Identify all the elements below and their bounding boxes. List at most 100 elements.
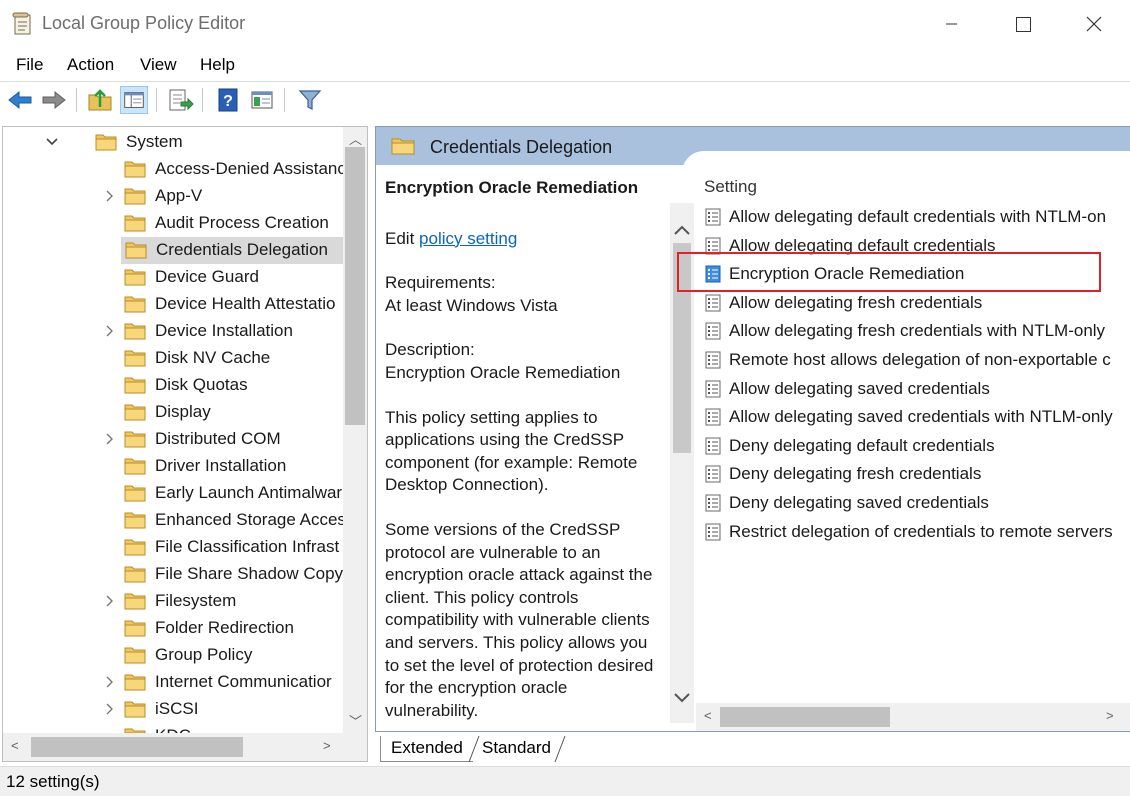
setting-row[interactable]: Allow delegating fresh credentials with … — [696, 317, 1130, 345]
folder-icon — [124, 674, 146, 691]
tree-item[interactable]: Device Guard — [120, 264, 343, 291]
show-hide-tree-icon[interactable] — [120, 86, 148, 114]
chevron-right-icon[interactable] — [103, 674, 117, 690]
tree-item[interactable]: Audit Process Creation — [120, 210, 343, 237]
scroll-down-arrow-icon[interactable] — [673, 691, 691, 705]
menu-help[interactable]: Help — [200, 55, 235, 75]
tree-item-label: File Share Shadow Copy — [155, 564, 343, 583]
details-pane: Credentials Delegation Encryption Oracle… — [375, 126, 1130, 732]
folder-icon — [124, 431, 146, 448]
setting-label: Restrict delegation of credentials to re… — [729, 521, 1113, 541]
back-arrow-icon[interactable] — [6, 86, 34, 114]
chevron-right-icon[interactable] — [103, 431, 117, 447]
setting-label: Allow delegating fresh credentials with … — [729, 321, 1106, 341]
tree-item[interactable]: Device Health Attestatio — [120, 291, 343, 318]
chevron-right-icon[interactable] — [103, 323, 117, 339]
tree-item[interactable]: Filesystem — [106, 588, 343, 615]
tree-item[interactable]: Device Installation — [106, 318, 343, 345]
setting-row[interactable]: Allow delegating default credentials wit… — [696, 203, 1130, 231]
tree-item[interactable]: Disk NV Cache — [120, 345, 343, 372]
setting-label: Remote host allows delegation of non-exp… — [729, 350, 1111, 369]
setting-label: Allow delegating fresh credentials — [729, 292, 983, 312]
tree-item[interactable]: Enhanced Storage Acces — [120, 507, 343, 534]
scroll-up-arrow-icon[interactable] — [673, 223, 691, 237]
chevron-right-icon[interactable] — [103, 593, 117, 609]
settings-horizontal-scrollbar[interactable]: < > — [696, 703, 1130, 731]
tree-horizontal-scroll-thumb[interactable] — [31, 737, 243, 757]
minimize-icon[interactable] — [928, 8, 974, 40]
tree-item-label: Distributed COM — [155, 429, 281, 448]
close-icon[interactable] — [1070, 8, 1116, 40]
tree-item[interactable]: Group Policy — [120, 642, 343, 669]
scroll-left-arrow-icon[interactable]: < — [11, 738, 19, 753]
setting-row[interactable]: Deny delegating default credentials — [696, 432, 1130, 460]
folder-icon — [124, 512, 146, 529]
tree-item-label: iSCSI — [155, 699, 199, 718]
policy-setting-icon — [705, 494, 721, 512]
settings-horizontal-scroll-thumb[interactable] — [720, 707, 890, 727]
tree-item[interactable]: Display — [120, 399, 343, 426]
tree-vertical-scrollbar[interactable]: ︿ ﹀ — [343, 127, 367, 733]
tree-item-label: Internet Communicatior — [155, 672, 332, 691]
description-paragraph-2: Some versions of the CredSSP protocol ar… — [385, 519, 654, 720]
filter-icon[interactable] — [296, 86, 324, 114]
up-folder-icon[interactable] — [86, 86, 114, 114]
maximize-icon[interactable] — [999, 8, 1045, 40]
scroll-up-arrow-icon[interactable]: ︿ — [349, 129, 362, 148]
tree-item[interactable]: Distributed COM — [106, 426, 343, 453]
tree-item[interactable]: Early Launch Antimalwar — [120, 480, 343, 507]
scroll-left-arrow-icon[interactable]: < — [704, 708, 712, 723]
tree-item[interactable]: iSCSI — [106, 696, 343, 723]
folder-icon — [124, 620, 146, 637]
tree-item[interactable]: Access-Denied Assistanc — [120, 156, 343, 183]
chevron-right-icon[interactable] — [103, 701, 117, 717]
scroll-right-arrow-icon[interactable]: > — [323, 738, 331, 753]
window-title: Local Group Policy Editor — [42, 13, 246, 33]
scroll-down-arrow-icon[interactable]: ﹀ — [349, 711, 362, 730]
menu-file[interactable]: File — [16, 55, 43, 75]
edit-policy-line: Edit policy setting — [385, 228, 665, 251]
tree-item[interactable]: Internet Communicatior — [106, 669, 343, 696]
menu-view[interactable]: View — [140, 55, 177, 75]
setting-column-header[interactable]: Setting — [704, 177, 757, 197]
export-list-icon[interactable] — [166, 86, 194, 114]
tree-vertical-scroll-thumb[interactable] — [345, 147, 365, 425]
tree-item-label: Access-Denied Assistanc — [155, 159, 343, 178]
tree-item[interactable]: Driver Installation — [120, 453, 343, 480]
policy-name-heading: Encryption Oracle Remediation — [385, 178, 639, 197]
setting-row[interactable]: Allow delegating saved credentials — [696, 375, 1130, 403]
menu-action[interactable]: Action — [67, 55, 114, 75]
folder-icon — [124, 539, 146, 556]
scroll-right-arrow-icon[interactable]: > — [1106, 708, 1114, 723]
folder-icon — [124, 485, 146, 502]
tree-item-label: Enhanced Storage Acces — [155, 510, 343, 529]
edit-policy-setting-link[interactable]: policy setting — [419, 229, 517, 248]
tree-item[interactable]: Folder Redirection — [120, 615, 343, 642]
setting-row[interactable]: Deny delegating saved credentials — [696, 489, 1130, 517]
extended-view-icon[interactable] — [248, 86, 276, 114]
folder-icon — [95, 134, 117, 151]
tree-item[interactable]: Disk Quotas — [120, 372, 343, 399]
tab-extended[interactable]: Extended — [380, 736, 473, 762]
tree-item[interactable]: Credentials Delegation — [121, 237, 343, 264]
tree-item[interactable]: File Share Shadow Copy — [120, 561, 343, 588]
folder-icon — [391, 138, 415, 155]
tree-item-label: Filesystem — [155, 591, 237, 610]
chevron-right-icon[interactable] — [103, 188, 117, 204]
help-icon[interactable]: ? — [214, 86, 242, 114]
tree-item-label: Disk Quotas — [155, 375, 248, 394]
setting-row[interactable]: Remote host allows delegation of non-exp… — [696, 346, 1130, 374]
setting-row[interactable]: Allow delegating saved credentials with … — [696, 403, 1130, 431]
tree-item[interactable]: System — [46, 129, 343, 156]
forward-arrow-icon[interactable] — [40, 86, 68, 114]
policy-setting-icon — [705, 465, 721, 483]
chevron-down-icon[interactable] — [45, 134, 59, 150]
setting-row[interactable]: Allow delegating fresh credentials — [696, 289, 1130, 317]
tree-item[interactable]: File Classification Infrast — [120, 534, 343, 561]
tree-item[interactable]: KDC — [120, 723, 343, 733]
tab-standard[interactable]: Standard — [476, 736, 557, 762]
tree-item[interactable]: App-V — [106, 183, 343, 210]
setting-row[interactable]: Deny delegating fresh credentials — [696, 460, 1130, 488]
tree-horizontal-scrollbar[interactable]: < > — [3, 733, 367, 761]
setting-row[interactable]: Restrict delegation of credentials to re… — [696, 518, 1130, 546]
